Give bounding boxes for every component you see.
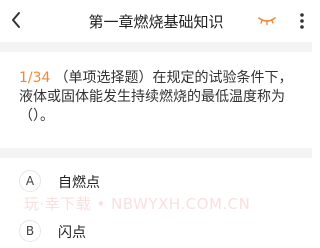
question-stem: 1/34 （单项选择题）在规定的试验条件下，液体或固体能发生持续燃烧的最低温度称为… [19,69,301,126]
top-bar: 第一章燃烧基础知识 [0,0,312,42]
option-b[interactable]: B 闪点 [0,214,312,248]
eye-closed-icon [258,17,276,26]
option-letter-badge: A [19,170,41,192]
options-list: A 自燃点 B 闪点 [0,158,312,242]
question-card: 1/34 （单项选择题）在规定的试验条件下，液体或固体能发生持续燃烧的最低温度称为… [0,52,312,148]
eye-toggle-button[interactable] [256,9,278,31]
question-text: （单项选择题）在规定的试验条件下，液体或固体能发生持续燃烧的最低温度称为（）。 [19,70,293,124]
option-text: 自燃点 [58,175,100,191]
more-button[interactable] [294,8,310,34]
section-divider [0,42,312,52]
more-vertical-icon [300,13,304,29]
option-letter-badge: B [19,220,41,242]
question-number: 1/34 [19,70,51,86]
section-divider [0,148,312,158]
watermark: 玩·幸下载 • NBWYXH.COM.CN [24,195,251,213]
option-text: 闪点 [58,225,86,241]
